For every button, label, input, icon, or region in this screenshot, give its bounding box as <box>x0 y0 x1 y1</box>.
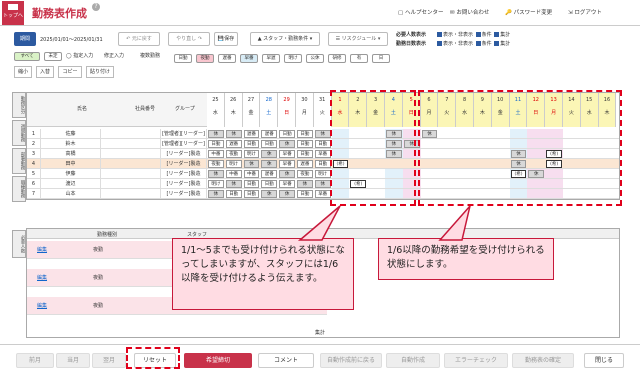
callout-pointers <box>297 205 471 241</box>
